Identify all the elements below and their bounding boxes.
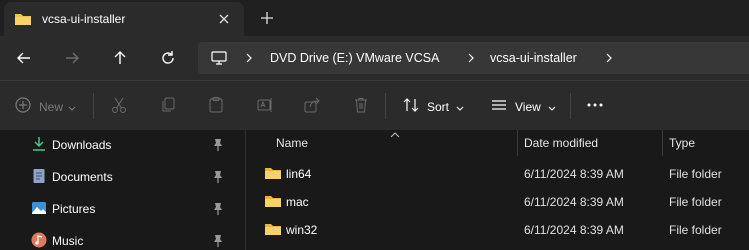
pin-icon[interactable] xyxy=(212,138,224,155)
paste-icon[interactable] xyxy=(207,96,225,117)
up-button[interactable] xyxy=(110,48,130,68)
file-list: Name Date modified Type lin64 6/11/2024 … xyxy=(246,130,749,250)
breadcrumb-dvd-drive[interactable]: DVD Drive (E:) VMware VCSA xyxy=(270,51,439,65)
folder-icon xyxy=(264,221,282,240)
toolbar-divider xyxy=(93,93,94,119)
view-button[interactable]: View xyxy=(515,100,541,114)
file-type: File folder xyxy=(669,195,722,209)
close-tab-icon[interactable] xyxy=(216,11,232,27)
more-options-icon[interactable] xyxy=(586,96,604,117)
file-name: mac xyxy=(286,195,309,209)
column-resize-handle[interactable] xyxy=(517,130,518,156)
nav-item-documents[interactable]: Documents xyxy=(0,162,245,192)
file-date-modified: 6/11/2024 8:39 AM xyxy=(524,223,624,237)
navigation-pane: Downloads Documents Pictures Music xyxy=(0,130,245,250)
command-bar: New Sort View xyxy=(0,80,749,130)
column-resize-handle[interactable] xyxy=(662,130,663,156)
chevron-down-icon[interactable] xyxy=(548,101,556,115)
folder-icon xyxy=(264,193,282,212)
chevron-right-icon[interactable] xyxy=(604,52,614,64)
download-icon xyxy=(31,136,47,152)
file-date-modified: 6/11/2024 8:39 AM xyxy=(524,167,624,181)
toolbar-divider xyxy=(385,93,386,119)
cut-icon[interactable] xyxy=(110,96,128,117)
file-type: File folder xyxy=(669,223,722,237)
rename-icon[interactable] xyxy=(256,96,274,117)
tab-title: vcsa-ui-installer xyxy=(42,12,126,26)
chevron-right-icon[interactable] xyxy=(466,52,476,64)
tab-strip: vcsa-ui-installer xyxy=(0,0,749,36)
navigation-bar: DVD Drive (E:) VMware VCSA vcsa-ui-insta… xyxy=(0,36,749,80)
sort-ascending-icon xyxy=(390,127,400,141)
refresh-button[interactable] xyxy=(158,48,178,68)
file-date-modified: 6/11/2024 8:39 AM xyxy=(524,195,624,209)
this-pc-icon[interactable] xyxy=(210,49,228,70)
new-tab-button[interactable] xyxy=(258,9,276,27)
breadcrumb-vcsa-ui-installer[interactable]: vcsa-ui-installer xyxy=(490,51,577,65)
file-row-mac[interactable]: mac 6/11/2024 8:39 AM File folder xyxy=(246,187,749,215)
address-bar[interactable]: DVD Drive (E:) VMware VCSA vcsa-ui-insta… xyxy=(198,42,749,74)
pin-icon[interactable] xyxy=(212,170,224,187)
share-icon[interactable] xyxy=(303,96,321,117)
file-type: File folder xyxy=(669,167,722,181)
nav-item-label: Documents xyxy=(52,170,113,184)
copy-icon[interactable] xyxy=(159,96,177,117)
view-icon[interactable] xyxy=(490,96,508,117)
sort-icon[interactable] xyxy=(402,96,420,117)
folder-icon xyxy=(14,11,32,30)
folder-icon xyxy=(264,165,282,184)
toolbar-divider xyxy=(570,93,571,119)
sort-button[interactable]: Sort xyxy=(427,100,449,114)
nav-item-downloads[interactable]: Downloads xyxy=(0,130,245,160)
music-icon xyxy=(31,232,47,248)
nav-item-pictures[interactable]: Pictures xyxy=(0,194,245,224)
column-header-row: Name Date modified Type xyxy=(246,130,749,156)
file-row-win32[interactable]: win32 6/11/2024 8:39 AM File folder xyxy=(246,215,749,243)
documents-icon xyxy=(31,168,47,184)
column-header-type[interactable]: Type xyxy=(669,136,695,150)
column-header-date-modified[interactable]: Date modified xyxy=(524,136,598,150)
column-header-name[interactable]: Name xyxy=(276,136,308,150)
pictures-icon xyxy=(31,200,47,216)
chevron-down-icon[interactable] xyxy=(456,101,464,115)
pin-icon[interactable] xyxy=(212,202,224,219)
nav-item-music[interactable]: Music xyxy=(0,226,245,250)
nav-item-label: Pictures xyxy=(52,202,96,216)
file-row-lin64[interactable]: lin64 6/11/2024 8:39 AM File folder xyxy=(246,159,749,187)
delete-icon[interactable] xyxy=(352,96,370,117)
tab-vcsa-ui-installer[interactable]: vcsa-ui-installer xyxy=(4,2,244,36)
pin-icon[interactable] xyxy=(212,234,224,250)
file-name: win32 xyxy=(286,223,318,237)
nav-item-label: Downloads xyxy=(52,138,112,152)
chevron-right-icon[interactable] xyxy=(244,52,254,64)
new-icon[interactable] xyxy=(14,96,32,117)
new-button[interactable]: New xyxy=(39,100,63,114)
nav-item-label: Music xyxy=(52,234,84,248)
file-name: lin64 xyxy=(286,167,312,181)
chevron-down-icon[interactable] xyxy=(68,101,76,115)
back-button[interactable] xyxy=(14,48,34,68)
forward-button[interactable] xyxy=(62,48,82,68)
